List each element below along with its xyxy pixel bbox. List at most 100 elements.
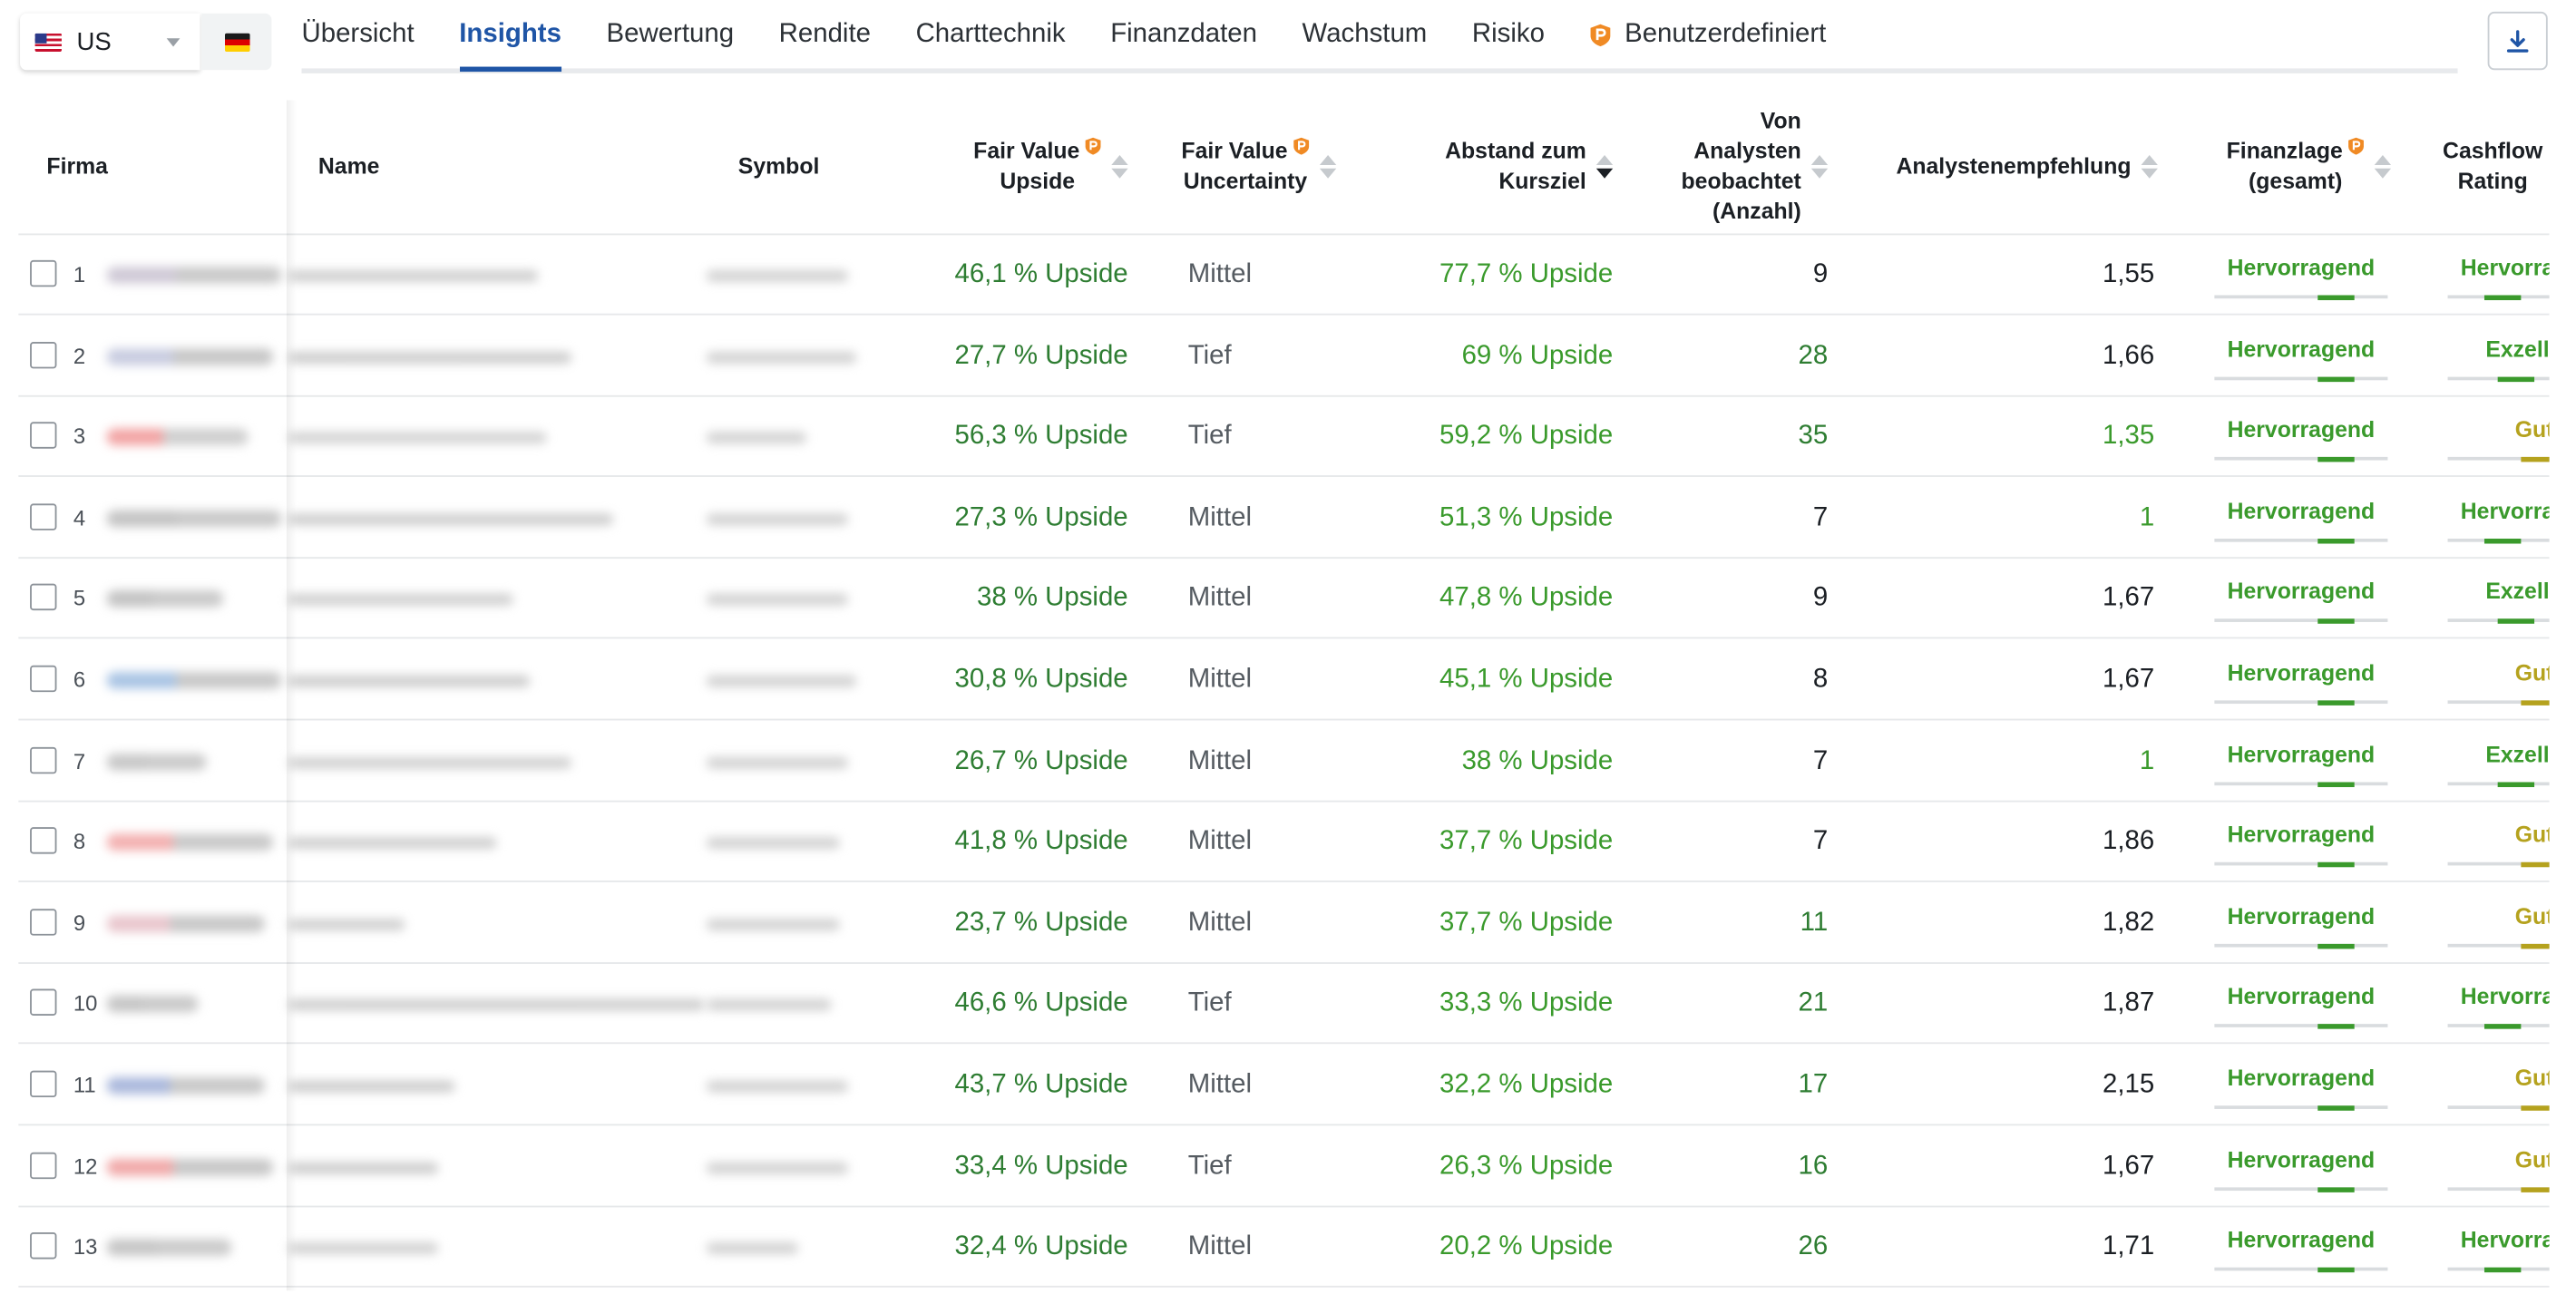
table-row[interactable]: 8 41,8 % Upside Mittel 37,7 % Upside 7 1,86 He… — [18, 803, 2550, 883]
analyst-count: 8 — [1812, 665, 1829, 695]
table-row[interactable]: 12 33,4 % Upside Tief 26,3 % Upside 16 1,67 He… — [18, 1126, 2550, 1207]
analyst-recommendation: 1,67 — [2103, 1152, 2155, 1181]
row-checkbox[interactable] — [30, 1232, 57, 1260]
table-row[interactable]: 13 32,4 % Upside Mittel 20,2 % Upside 26 1,71… — [18, 1208, 2550, 1289]
column-header-analysten[interactable]: Von Analysten beobachtet (Anzahl) — [1651, 100, 1829, 233]
table-row[interactable]: 5 38 % Upside Mittel 47,8 % Upside 9 1,67 Herv… — [18, 560, 2550, 640]
fair-value-upside: 23,7 % Upside — [954, 908, 1128, 938]
row-checkbox[interactable] — [30, 908, 57, 936]
rating-label: Hervorragend — [2227, 498, 2376, 524]
fair-value-uncertainty: Mittel — [1187, 584, 1253, 613]
language-select[interactable] — [201, 13, 272, 71]
row-checkbox[interactable] — [30, 827, 57, 854]
rating-track — [2214, 1267, 2388, 1271]
table-row[interactable]: 1 46,1 % Upside Mittel 77,7 % Upside 9 1,55 He… — [18, 235, 2550, 316]
market-select[interactable]: US — [20, 13, 200, 71]
column-header-fv_uncertainty[interactable]: Fair Value Uncertainty — [1181, 100, 1368, 233]
rating-label: Hervorragend — [2227, 1066, 2376, 1091]
row-checkbox[interactable] — [30, 584, 57, 611]
finanzlage-rating: Hervorragend — [2214, 235, 2388, 315]
rating-track — [2214, 457, 2388, 461]
kursziel-abstand: 33,3 % Upside — [1439, 989, 1614, 1018]
company-name-redacted[interactable] — [288, 1080, 455, 1093]
row-rank: 8 — [73, 829, 86, 854]
tab-charttechnik[interactable]: Charttechnik — [916, 0, 1066, 70]
tab-bewertung[interactable]: Bewertung — [607, 0, 735, 70]
rating-indicator — [2497, 618, 2535, 625]
table-row[interactable]: 7 26,7 % Upside Mittel 38 % Upside 7 1 Hervorr… — [18, 722, 2550, 802]
rating-indicator — [2497, 781, 2535, 787]
company-name-redacted[interactable] — [288, 432, 547, 444]
tab-risiko[interactable]: Risiko — [1472, 0, 1545, 70]
row-checkbox[interactable] — [30, 422, 57, 450]
tab-finanzdaten[interactable]: Finanzdaten — [1110, 0, 1257, 70]
header-line: Kursziel — [1445, 167, 1586, 197]
company-name-redacted[interactable] — [288, 1162, 439, 1173]
company-name-redacted[interactable] — [288, 999, 706, 1012]
row-rank: 4 — [73, 504, 86, 530]
column-header-empfehlung[interactable]: Analystenempfehlung — [1868, 100, 2158, 233]
column-header-fv_upside[interactable]: Fair Value Upside — [918, 100, 1128, 233]
finanzlage-rating: Hervorragend — [2214, 1126, 2388, 1206]
column-header-abstand[interactable]: Abstand zum Kursziel — [1401, 100, 1614, 233]
row-checkbox[interactable] — [30, 259, 57, 287]
table-row[interactable]: 3 56,3 % Upside Tief 59,2 % Upside 35 1,35 Her… — [18, 397, 2550, 478]
analyst-count: 35 — [1798, 422, 1829, 451]
table-row[interactable]: 9 23,7 % Upside Mittel 37,7 % Upside 11 1,82 H… — [18, 883, 2550, 964]
cashflow-rating: Hervorragend — [2447, 478, 2550, 558]
download-button[interactable] — [2487, 11, 2548, 71]
rating-label: Hervorragend — [2227, 903, 2376, 929]
company-name-redacted[interactable] — [288, 351, 572, 364]
table-row[interactable]: 11 43,7 % Upside Mittel 32,2 % Upside 17 2,15… — [18, 1046, 2550, 1126]
row-checkbox[interactable] — [30, 341, 57, 368]
rating-label: Exzellent — [2485, 336, 2550, 362]
table-row[interactable]: 2 27,7 % Upside Tief 69 % Upside 28 1,66 Hervo… — [18, 316, 2550, 396]
company-name-redacted[interactable] — [288, 675, 531, 687]
table-row[interactable]: 4 27,3 % Upside Mittel 51,3 % Upside 7 1 Hervo… — [18, 478, 2550, 559]
tab-wachstum[interactable]: Wachstum — [1303, 0, 1428, 70]
row-checkbox[interactable] — [30, 746, 57, 774]
column-header-text: Fair Value Upside — [973, 137, 1101, 197]
company-name-redacted[interactable] — [288, 837, 497, 850]
company-name-redacted[interactable] — [288, 594, 513, 607]
row-checkbox[interactable] — [30, 989, 57, 1017]
tab-insights[interactable]: Insights — [459, 0, 562, 73]
sort-toggle-icon — [2374, 155, 2392, 179]
pro-badge-icon — [1590, 24, 1611, 47]
rating-indicator — [2317, 862, 2355, 868]
finanzlage-rating: Hervorragend — [2214, 965, 2388, 1045]
symbol-redacted — [706, 594, 849, 607]
finanzlage-rating: Hervorragend — [2214, 478, 2388, 558]
row-checkbox[interactable] — [30, 1070, 57, 1098]
analyst-count: 7 — [1812, 503, 1829, 532]
row-rank: 5 — [73, 586, 86, 611]
company-name-redacted[interactable] — [288, 756, 572, 769]
table-row[interactable]: 6 30,8 % Upside Mittel 45,1 % Upside 8 1,67 He… — [18, 640, 2550, 721]
tab-übersicht[interactable]: Übersicht — [301, 0, 414, 70]
sort-desc-icon — [2141, 168, 2158, 179]
rating-track — [2214, 943, 2388, 948]
fair-value-upside: 32,4 % Upside — [954, 1232, 1128, 1261]
company-name-redacted[interactable] — [288, 918, 405, 930]
rating-label: Hervorragend — [2460, 255, 2550, 280]
company-logo-redacted — [106, 833, 274, 851]
symbol-redacted — [706, 837, 840, 850]
symbol-redacted — [706, 756, 849, 769]
row-checkbox[interactable] — [30, 503, 57, 530]
row-checkbox[interactable] — [30, 665, 57, 693]
analyst-count: 16 — [1798, 1152, 1829, 1181]
tab-rendite[interactable]: Rendite — [779, 0, 871, 70]
tab-benutzerdefiniert[interactable]: Benutzerdefiniert — [1590, 0, 1826, 70]
column-header-finanzlage[interactable]: Finanzlage (gesamt) — [2204, 100, 2392, 233]
row-rank: 11 — [73, 1072, 96, 1098]
sort-asc-icon — [1319, 155, 1336, 166]
sort-asc-icon — [2374, 155, 2392, 166]
german-flag-icon — [224, 32, 249, 52]
symbol-redacted — [706, 513, 849, 525]
table-row[interactable]: 10 46,6 % Upside Tief 33,3 % Upside 21 1,87 He… — [18, 965, 2550, 1045]
company-name-redacted[interactable] — [288, 513, 614, 525]
row-checkbox[interactable] — [30, 1152, 57, 1179]
company-name-redacted[interactable] — [288, 269, 539, 282]
company-name-redacted[interactable] — [288, 1242, 439, 1255]
sort-desc-icon — [1810, 168, 1829, 179]
